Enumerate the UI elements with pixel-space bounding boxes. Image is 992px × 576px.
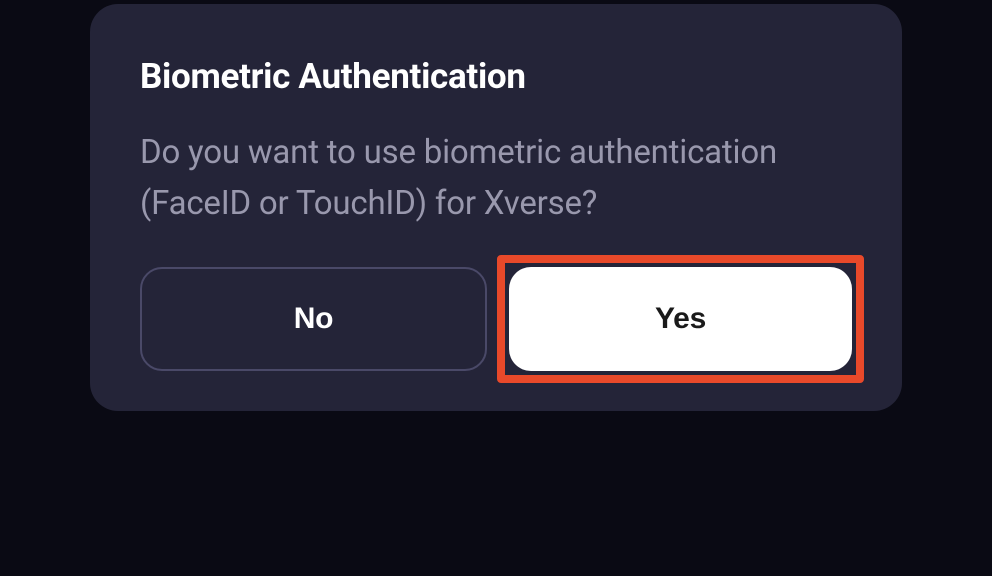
dialog-title: Biometric Authentication (140, 56, 852, 97)
dialog-message: Do you want to use biometric authenticat… (140, 127, 852, 229)
biometric-auth-dialog: Biometric Authentication Do you want to … (90, 4, 902, 411)
no-button[interactable]: No (140, 267, 487, 371)
yes-button[interactable]: Yes (509, 267, 852, 371)
yes-button-highlight: Yes (497, 255, 864, 383)
dialog-button-row: No Yes (140, 267, 852, 371)
